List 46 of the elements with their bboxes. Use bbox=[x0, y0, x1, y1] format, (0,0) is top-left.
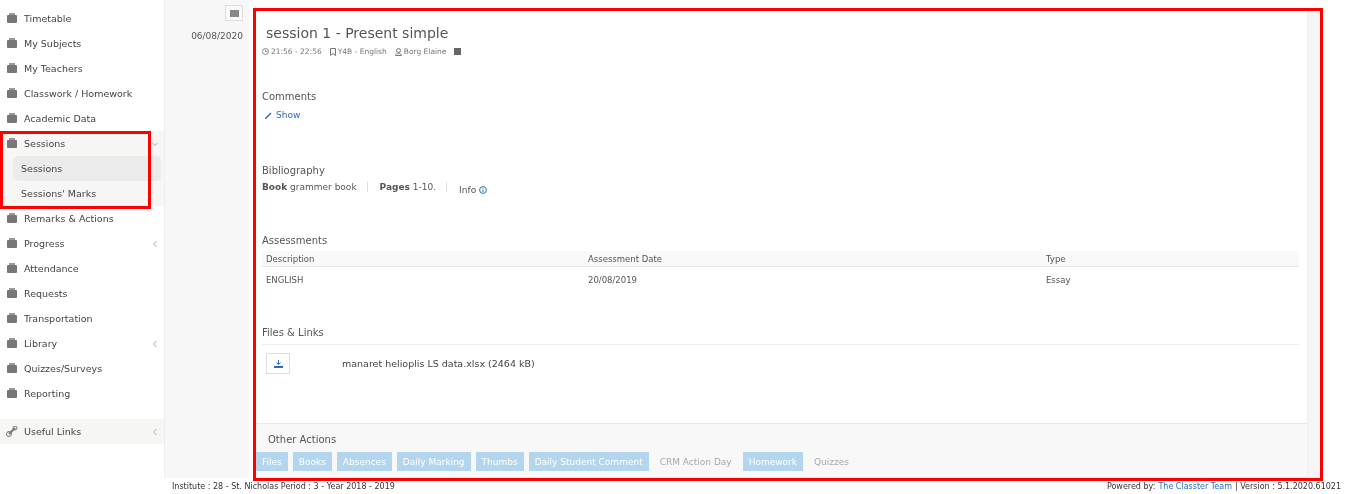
sidebar-item[interactable]: Requests bbox=[0, 281, 164, 306]
section-heading: Other Actions bbox=[268, 434, 338, 445]
section-heading: Assessments bbox=[262, 235, 329, 246]
section-heading: Files & Links bbox=[262, 327, 1299, 345]
team-link[interactable]: The Classter Team bbox=[1158, 482, 1232, 491]
info-label: Info bbox=[459, 185, 477, 195]
sidebar-item[interactable]: Sessions bbox=[0, 131, 164, 156]
sidebar-item[interactable]: Progress bbox=[0, 231, 164, 256]
submenu-item[interactable]: Sessions bbox=[13, 156, 161, 181]
session-date: 06/08/2020 bbox=[191, 31, 243, 41]
sidebar-item[interactable]: Useful Links bbox=[0, 419, 164, 444]
sidebar-item[interactable]: Reporting bbox=[0, 381, 164, 406]
version-info: | Version : 5.1.2020.61021 bbox=[1234, 482, 1341, 491]
powered-by-label: Powered by: bbox=[1106, 482, 1156, 491]
section-heading: Comments bbox=[262, 91, 318, 102]
column-header: Description bbox=[262, 251, 584, 267]
session-title: session 1 - Present simple bbox=[266, 25, 450, 41]
sidebar-item[interactable]: Classwork / Homework bbox=[0, 81, 164, 106]
table-cell: Essay bbox=[1042, 266, 1299, 293]
sidebar-item[interactable]: My Teachers bbox=[0, 56, 164, 81]
sidebar-item[interactable]: Attendance bbox=[0, 256, 164, 281]
pages-info: Pages 1-10. bbox=[379, 182, 448, 192]
section-heading: Bibliography bbox=[262, 165, 326, 176]
table-cell: ENGLISH bbox=[262, 266, 584, 293]
link-icon bbox=[6, 426, 18, 437]
book-info: Book grammer book bbox=[262, 182, 368, 192]
submenu-item[interactable]: Sessions' Marks bbox=[13, 181, 161, 206]
file-name: manaret helioplis LS data.xlsx (2464 kB) bbox=[342, 358, 535, 369]
sidebar-item[interactable]: Transportation bbox=[0, 306, 164, 331]
download-button[interactable] bbox=[266, 353, 290, 374]
clock-icon bbox=[262, 48, 269, 55]
institute-info: Institute : 28 - St. Nicholas Period : 3 - Year 2018 - 2019 bbox=[172, 482, 395, 491]
sidebar-item[interactable]: Library bbox=[0, 331, 164, 356]
sidebar-item[interactable]: Timetable bbox=[0, 6, 164, 31]
bookmark-icon bbox=[329, 47, 336, 56]
sidebar-item[interactable]: Quizzes/Surveys bbox=[0, 356, 164, 381]
calendar-button[interactable] bbox=[225, 5, 243, 21]
info-icon[interactable] bbox=[479, 186, 488, 194]
sidebar-item[interactable]: Academic Data bbox=[0, 106, 164, 131]
sidebar-item[interactable]: Remarks & Actions bbox=[0, 206, 164, 231]
download-icon bbox=[273, 359, 283, 368]
sidebar-item[interactable]: My Subjects bbox=[0, 31, 164, 56]
table-cell: 20/08/2019 bbox=[584, 266, 1042, 293]
show-link[interactable]: Show bbox=[265, 110, 301, 120]
column-header: Assessment Date bbox=[584, 251, 1042, 267]
column-header: Type bbox=[1042, 251, 1299, 267]
